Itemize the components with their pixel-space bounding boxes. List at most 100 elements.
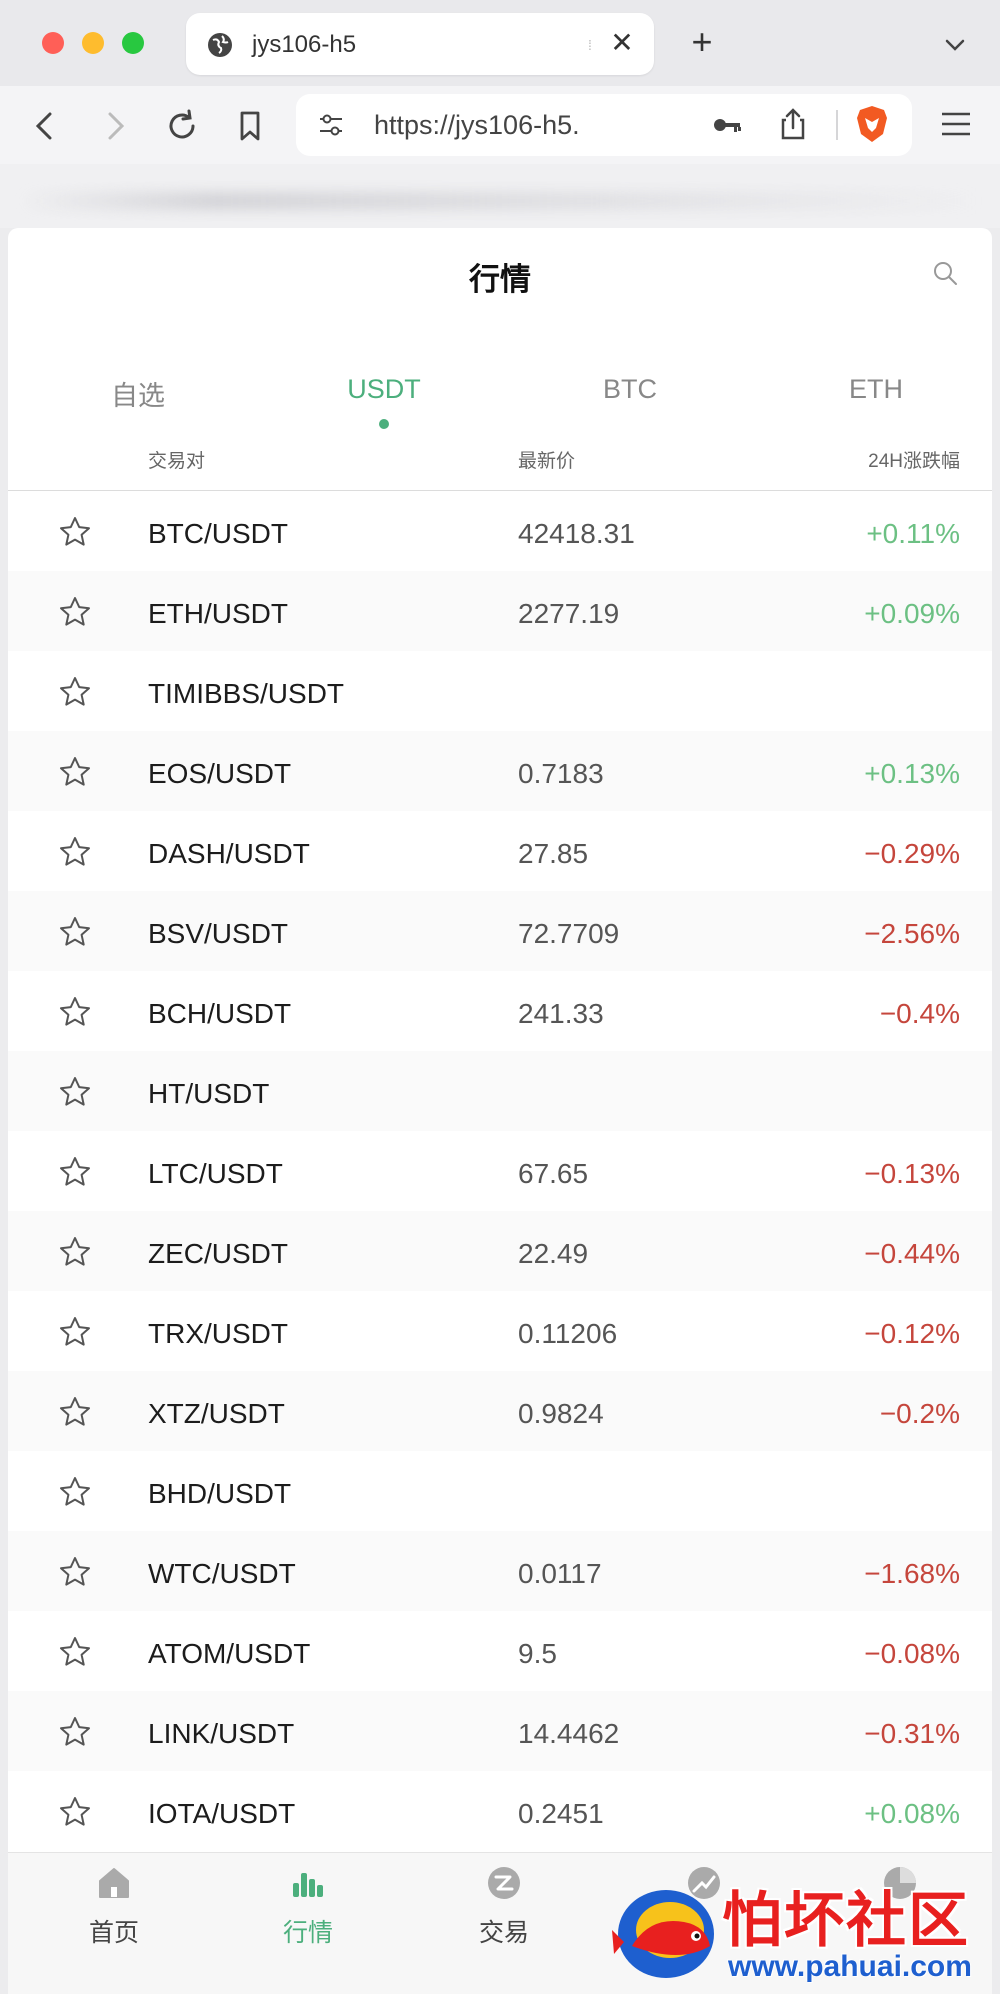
change-percent: +0.08% [864,1798,960,1829]
market-row[interactable]: ATOM/USDT 9.5 −0.08% [8,1611,992,1691]
tab-title: jys106-h5 [252,31,357,58]
reload-button[interactable] [162,106,202,146]
market-row[interactable]: LINK/USDT 14.4462 −0.31% [8,1691,992,1771]
pair-name: LINK/USDT [148,1718,295,1749]
site-settings-icon[interactable] [316,110,346,140]
market-row[interactable]: EOS/USDT 0.7183 +0.13% [8,731,992,811]
market-row[interactable]: BHD/USDT [8,1451,992,1531]
market-row[interactable]: LTC/USDT 67.65 −0.13% [8,1131,992,1211]
favorite-star-icon[interactable] [58,755,92,789]
watermark: 怕坏社区 www.pahuai.com [602,1870,1000,1994]
pair-name: TRX/USDT [148,1318,288,1349]
pair-name: BCH/USDT [148,998,292,1029]
market-row[interactable]: ETH/USDT 2277.19 +0.09% [8,571,992,651]
latest-price: 0.11206 [518,1318,618,1349]
browser-tab[interactable]: jys106-h5 ⁞ ✕ [186,13,654,75]
favorite-star-icon[interactable] [58,1075,92,1109]
tab-eth[interactable]: ETH [776,374,976,405]
market-row[interactable]: BCH/USDT 241.33 −0.4% [8,971,992,1051]
nav-trade[interactable]: 交易 [444,1863,564,1949]
market-row[interactable]: IOTA/USDT 0.2451 +0.08% [8,1771,992,1851]
favorite-star-icon[interactable] [58,1555,92,1589]
pair-name: DASH/USDT [148,838,310,869]
search-icon[interactable] [930,258,960,288]
tab-favorites[interactable]: 自选 [38,374,238,413]
market-row[interactable]: WTC/USDT 0.0117 −1.68% [8,1531,992,1611]
share-icon[interactable] [776,106,810,142]
favorite-star-icon[interactable] [58,1715,92,1749]
tab-fade-marker: ⁞ [588,37,592,53]
key-icon[interactable] [710,108,744,142]
latest-price: 0.7183 [518,758,604,789]
tab-favorites-label: 自选 [111,381,165,411]
market-row[interactable]: BTC/USDT 42418.31 +0.11% [8,491,992,571]
chart-bars-icon [293,1873,323,1897]
latest-price: 27.85 [518,838,589,869]
favorite-star-icon[interactable] [58,675,92,709]
reload-icon [169,109,195,139]
favorite-star-icon[interactable] [58,1155,92,1189]
nav-market[interactable]: 行情 [248,1863,368,1949]
nav-home-label: 首页 [88,1919,139,1947]
pair-name: ETH/USDT [148,598,288,629]
favorite-star-icon[interactable] [58,595,92,629]
market-list: BTC/USDT 42418.31 +0.11% ETH/USDT 2277.19 +0.… [8,491,992,1851]
favorite-star-icon[interactable] [58,1395,92,1429]
forward-button[interactable] [94,106,134,146]
back-button[interactable] [26,106,66,146]
market-row[interactable]: TIMIBBS/USDT [8,651,992,731]
favorite-star-icon[interactable] [58,1235,92,1269]
pair-name: LTC/USDT [148,1158,283,1189]
tab-btc[interactable]: BTC [530,374,730,405]
change-percent: −1.68% [864,1558,960,1589]
pair-name: EOS/USDT [148,758,292,789]
nav-trade-label: 交易 [478,1919,529,1947]
market-row[interactable]: ZEC/USDT 22.49 −0.44% [8,1211,992,1291]
hamburger-menu-icon[interactable] [938,106,974,142]
tab-eth-label: ETH [849,374,903,404]
change-percent: −0.2% [879,1398,960,1429]
market-row[interactable]: HT/USDT [8,1051,992,1131]
window-zoom-button[interactable] [122,32,144,54]
window-close-button[interactable] [42,32,64,54]
favorite-star-icon[interactable] [58,1635,92,1669]
latest-price: 0.2451 [518,1798,604,1829]
tab-usdt[interactable]: USDT [284,374,484,429]
market-row[interactable]: BSV/USDT 72.7709 −2.56% [8,891,992,971]
address-bar[interactable]: https://jys106-h5. [296,94,912,156]
new-tab-button[interactable]: + [682,22,722,62]
pair-name: BHD/USDT [148,1478,292,1509]
change-percent: −2.56% [864,918,960,949]
globe-icon [208,33,232,57]
latest-price: 241.33 [518,998,604,1029]
favorite-star-icon[interactable] [58,915,92,949]
favorite-star-icon[interactable] [58,1475,92,1509]
market-row[interactable]: TRX/USDT 0.11206 −0.12% [8,1291,992,1371]
brave-shield-icon[interactable] [854,104,890,144]
nav-home[interactable]: 首页 [54,1863,174,1949]
change-percent: −0.31% [864,1718,960,1749]
favorite-star-icon[interactable] [58,835,92,869]
pair-name: ATOM/USDT [148,1638,311,1669]
chevron-right-icon [108,112,125,140]
latest-price: 0.0117 [518,1558,602,1589]
pair-name: ZEC/USDT [148,1238,288,1269]
bookmark-button[interactable] [230,106,270,146]
change-percent: +0.13% [864,758,960,789]
favorite-star-icon[interactable] [58,515,92,549]
favorite-star-icon[interactable] [58,995,92,1029]
watermark-text: 怕坏社区 [722,1887,970,1954]
url-text[interactable]: https://jys106-h5. [374,110,624,141]
favorite-star-icon[interactable] [58,1315,92,1349]
market-row[interactable]: DASH/USDT 27.85 −0.29% [8,811,992,891]
market-page: 行情 自选 USDT BTC ETH 交易对 最新价 24H涨跌幅 BTC/US… [8,228,992,1994]
tab-close-button[interactable]: ✕ [606,27,638,59]
market-row[interactable]: XTZ/USDT 0.9824 −0.2% [8,1371,992,1451]
change-percent: −0.12% [864,1318,960,1349]
chevron-down-icon[interactable] [940,30,970,60]
latest-price: 9.5 [518,1638,557,1669]
window-minimize-button[interactable] [82,32,104,54]
change-percent: +0.11% [866,518,960,549]
favorite-star-icon[interactable] [58,1795,92,1829]
active-tab-indicator [379,419,389,429]
